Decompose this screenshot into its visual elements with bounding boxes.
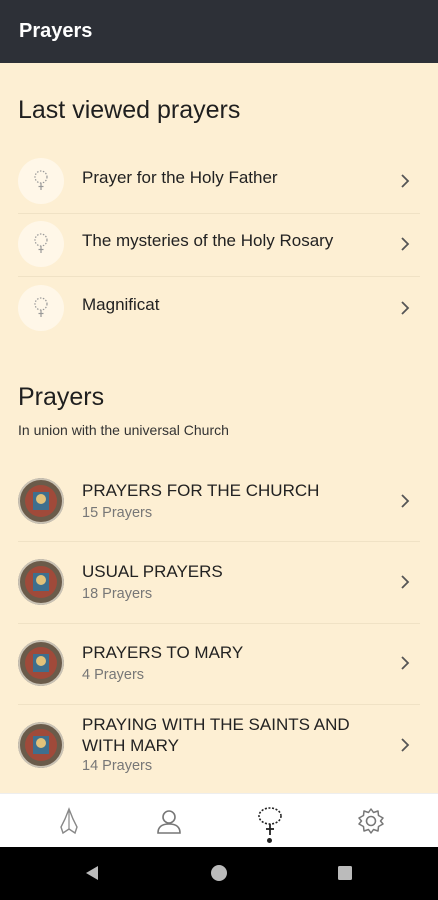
category-image-icon	[18, 722, 64, 768]
category-item-3[interactable]: PRAYERS TO MARY 4 Prayers	[0, 638, 438, 688]
nav-praying-hands[interactable]	[14, 794, 124, 848]
chevron-right-icon	[401, 738, 410, 752]
home-circle-icon	[211, 865, 227, 881]
main-content[interactable]: Last viewed prayers Prayer for the Holy …	[0, 63, 438, 793]
rosary-icon	[18, 158, 64, 204]
category-count: 15 Prayers	[82, 505, 153, 521]
nav-settings[interactable]	[316, 794, 426, 848]
last-viewed-label: Magnificat	[82, 295, 160, 314]
divider	[18, 623, 420, 624]
home-button[interactable]	[207, 861, 231, 885]
category-item-4[interactable]: PRAYING WITH THE SAINTS AND WITH MARY 14…	[0, 715, 438, 778]
bottom-navigation	[0, 793, 438, 847]
category-image-icon	[18, 478, 64, 524]
last-viewed-item-1[interactable]: Prayer for the Holy Father	[0, 158, 438, 204]
category-label: USUAL PRAYERS	[82, 562, 223, 581]
last-viewed-label: Prayer for the Holy Father	[82, 168, 278, 187]
last-viewed-item-3[interactable]: Magnificat	[0, 285, 438, 331]
category-item-2[interactable]: USUAL PRAYERS 18 Prayers	[0, 557, 438, 607]
system-navigation-bar	[0, 847, 438, 900]
selected-indicator	[267, 838, 272, 843]
chevron-right-icon	[401, 174, 410, 188]
category-label: PRAYERS FOR THE CHURCH	[82, 481, 320, 500]
rosary-icon	[18, 221, 64, 267]
divider	[18, 276, 420, 277]
chevron-right-icon	[401, 575, 410, 589]
category-item-1[interactable]: PRAYERS FOR THE CHURCH 15 Prayers	[0, 476, 438, 526]
divider	[18, 213, 420, 214]
category-count: 14 Prayers	[82, 758, 153, 774]
chevron-right-icon	[401, 301, 410, 315]
recents-square-icon	[338, 866, 352, 880]
category-label: PRAYERS TO MARY	[82, 643, 244, 662]
back-button[interactable]	[80, 861, 104, 885]
category-count: 18 Prayers	[82, 586, 153, 602]
settings-icon	[358, 808, 384, 834]
recents-button[interactable]	[333, 861, 357, 885]
chevron-right-icon	[401, 494, 410, 508]
category-label-line2: WITH MARY	[82, 736, 179, 755]
last-viewed-item-2[interactable]: The mysteries of the Holy Rosary	[0, 221, 438, 267]
chevron-right-icon	[401, 656, 410, 670]
chevron-right-icon	[401, 237, 410, 251]
category-count: 4 Prayers	[82, 667, 145, 683]
last-viewed-title: Last viewed prayers	[18, 96, 241, 124]
praying-hands-icon	[60, 807, 78, 835]
category-image-icon	[18, 559, 64, 605]
last-viewed-label: The mysteries of the Holy Rosary	[82, 231, 334, 250]
divider	[18, 541, 420, 542]
rosary-icon	[258, 807, 282, 835]
nav-person[interactable]	[114, 794, 224, 848]
category-image-icon	[18, 640, 64, 686]
page-title: Prayers	[19, 20, 93, 42]
prayers-subtitle: In union with the universal Church	[18, 422, 229, 438]
category-label: PRAYING WITH THE SAINTS AND	[82, 715, 350, 734]
prayers-title: Prayers	[18, 383, 105, 411]
back-triangle-icon	[86, 866, 98, 880]
person-icon	[157, 810, 181, 834]
divider	[18, 704, 420, 705]
app-bar: Prayers	[0, 0, 438, 63]
rosary-icon	[18, 285, 64, 331]
